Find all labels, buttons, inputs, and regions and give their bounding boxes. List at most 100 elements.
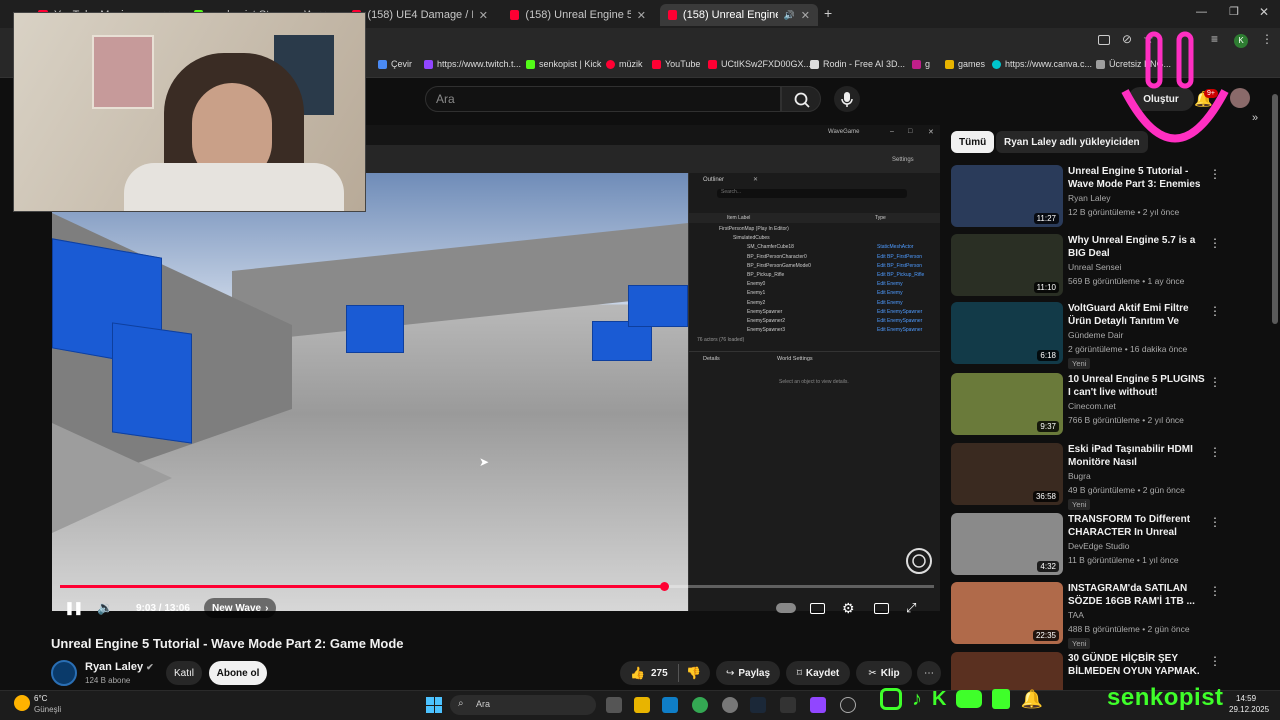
subscribe-button[interactable]: Abone ol — [209, 661, 267, 685]
video-thumbnail[interactable]: 36:58 — [951, 443, 1063, 505]
bookmark-item[interactable]: g — [912, 59, 930, 69]
tab-ue4-damage[interactable]: (158) UE4 Damage / Health Tut✕ — [344, 4, 496, 26]
tab-ue5-tutorial-active[interactable]: (158) Unreal Engine 5 Tutori🔊✕ — [660, 4, 818, 26]
tab-ue5-tutorial-1[interactable]: (158) Unreal Engine 5 Tutorial✕ — [502, 4, 654, 26]
chip-all[interactable]: Tümü — [951, 131, 995, 153]
recommended-channel[interactable]: TAA — [1068, 610, 1084, 620]
recommended-title[interactable]: Unreal Engine 5 Tutorial - Wave Mode Par… — [1068, 165, 1206, 191]
clip-button[interactable]: ✂ Klip — [856, 661, 912, 685]
save-button[interactable]: ⌑ Kaydet — [786, 661, 850, 685]
recommended-title[interactable]: 30 GÜNDE HİÇBİR ŞEY BİLMEDEN OYUN YAPMAK… — [1068, 652, 1206, 678]
unreal-engine-taskbar-icon[interactable] — [840, 697, 856, 713]
bookmark-item[interactable]: Rodin - Free AI 3D... — [810, 59, 905, 69]
recommended-channel[interactable]: Bugra — [1068, 471, 1091, 481]
epic-games-icon[interactable] — [780, 697, 796, 713]
bookmark-item[interactable]: https://www.canva.c... — [992, 59, 1092, 69]
bookmark-item[interactable]: games — [945, 59, 985, 69]
more-options-icon[interactable]: ⋮ — [1209, 654, 1221, 668]
cast-icon[interactable] — [1098, 35, 1110, 45]
subtitles-button[interactable] — [810, 598, 825, 618]
more-actions-button[interactable]: ⋯ — [917, 661, 941, 685]
bookmark-item[interactable]: YouTube — [652, 59, 700, 69]
store-icon[interactable] — [662, 697, 678, 713]
app-icon[interactable] — [722, 697, 738, 713]
share-button[interactable]: ↪ Paylaş — [716, 661, 780, 685]
more-options-icon[interactable]: ⋮ — [1209, 515, 1221, 529]
close-icon[interactable]: ✕ — [637, 9, 646, 22]
more-options-icon[interactable]: ⋮ — [1209, 445, 1221, 459]
more-options-icon[interactable]: ⋮ — [1209, 584, 1221, 598]
recommended-video[interactable]: 22:35 INSTAGRAM'da SATILAN SÖZDE 16GB RAM… — [951, 582, 1251, 649]
bookmark-item[interactable]: senkopist | Kick — [526, 59, 601, 69]
task-view-icon[interactable] — [606, 697, 622, 713]
recommended-title[interactable]: TRANSFORM To Different CHARACTER In Unre… — [1068, 513, 1206, 540]
scrollbar[interactable] — [1272, 94, 1278, 324]
recommended-title[interactable]: 10 Unreal Engine 5 PLUGINS I can't live … — [1068, 373, 1206, 399]
recommended-channel[interactable]: Unreal Sensei — [1068, 262, 1121, 272]
close-icon[interactable]: ✕ — [801, 9, 810, 22]
speaker-icon[interactable]: 🔊 — [784, 10, 795, 21]
recommended-title[interactable]: Why Unreal Engine 5.7 is a BIG Deal — [1068, 234, 1206, 260]
recommended-video[interactable]: 4:32 TRANSFORM To Different CHARACTER In … — [951, 513, 1251, 577]
taskbar-search[interactable]: Ara — [450, 695, 596, 715]
bookmark-item[interactable]: https://www.twitch.t... — [424, 59, 521, 69]
steam-icon[interactable] — [750, 697, 766, 713]
recommended-video[interactable]: 11:27 Unreal Engine 5 Tutorial - Wave Mod… — [951, 165, 1251, 229]
search-input[interactable]: Ara — [425, 86, 781, 112]
voice-search-button[interactable] — [834, 86, 860, 112]
recommended-video[interactable]: 9:37 10 Unreal Engine 5 PLUGINS I can't l… — [951, 373, 1251, 437]
file-explorer-icon[interactable] — [634, 697, 650, 713]
channel-name[interactable]: Ryan Laley ✔ — [85, 661, 154, 673]
join-button[interactable]: Katıl — [166, 661, 202, 685]
bookmark-item[interactable]: müzik — [606, 59, 643, 69]
recommended-video[interactable]: 36:58 Eski iPad Taşınabilir HDMI Monitöre… — [951, 443, 1251, 510]
dislike-icon[interactable]: 👎 — [686, 666, 701, 680]
recommended-title[interactable]: INSTAGRAM'da SATILAN SÖZDE 16GB RAM'İ 1T… — [1068, 582, 1206, 608]
video-thumbnail[interactable]: 4:32 — [951, 513, 1063, 575]
bookmark-item[interactable]: UCtIKSw2FXD00GX... — [708, 59, 811, 69]
close-icon[interactable]: ✕ — [479, 9, 488, 22]
like-icon[interactable]: 👍 — [630, 666, 645, 680]
close-window-icon[interactable]: ✕ — [1259, 5, 1269, 19]
recommended-video[interactable]: 6:18 VoltGuard Aktif Emi Filtre Ürün Deta… — [951, 302, 1251, 369]
miniplayer-button[interactable] — [874, 598, 889, 618]
video-thumbnail[interactable]: 6:18 — [951, 302, 1063, 364]
recommended-video[interactable]: 11:10 Why Unreal Engine 5.7 is a BIG Deal… — [951, 234, 1251, 298]
recommended-channel[interactable]: Ryan Laley — [1068, 193, 1111, 203]
volume-button[interactable]: 🔉 — [97, 598, 113, 618]
new-tab-button[interactable]: + — [824, 5, 832, 21]
more-options-icon[interactable]: ⋮ — [1209, 167, 1221, 181]
more-options-icon[interactable]: ⋮ — [1209, 236, 1221, 250]
more-options-icon[interactable]: ⋮ — [1209, 304, 1221, 318]
bookmark-item[interactable]: Çevir — [378, 59, 412, 69]
pause-button[interactable]: ❚❚ — [64, 598, 84, 618]
channel-avatar[interactable] — [51, 660, 77, 686]
profile-avatar[interactable]: K — [1234, 34, 1248, 48]
maximize-icon[interactable]: ❐ — [1229, 5, 1239, 18]
chrome-icon[interactable] — [692, 697, 708, 713]
menu-kebab-icon[interactable]: ⋮ — [1261, 32, 1273, 46]
recommended-title[interactable]: VoltGuard Aktif Emi Filtre Ürün Detaylı … — [1068, 302, 1206, 329]
more-bookmarks-icon[interactable]: » — [1252, 112, 1258, 124]
video-thumbnail[interactable]: 22:35 — [951, 582, 1063, 644]
chip-uploader[interactable]: Ryan Laley adlı yükleyiciden — [996, 131, 1148, 153]
more-options-icon[interactable]: ⋮ — [1209, 375, 1221, 389]
settings-button[interactable]: ⚙ — [842, 598, 855, 618]
recommended-title[interactable]: Eski iPad Taşınabilir HDMI Monitöre Nası… — [1068, 443, 1206, 470]
video-thumbnail[interactable]: 9:37 — [951, 373, 1063, 435]
twitch-icon[interactable] — [810, 697, 826, 713]
progress-scrubber[interactable] — [659, 582, 669, 591]
more-horizontal-icon: ⋯ — [924, 667, 934, 679]
recommended-channel[interactable]: Gündeme Dair — [1068, 330, 1123, 340]
video-thumbnail[interactable]: 11:10 — [951, 234, 1063, 296]
search-button[interactable] — [781, 86, 821, 112]
windows-start-icon[interactable] — [426, 697, 442, 713]
k-icon — [912, 59, 921, 69]
fullscreen-button[interactable]: ⤢ — [906, 598, 916, 618]
recommended-channel[interactable]: DevEdge Studio — [1068, 541, 1129, 551]
video-thumbnail[interactable]: 11:27 — [951, 165, 1063, 227]
recommended-channel[interactable]: Cinecom.net — [1068, 401, 1116, 411]
minimize-icon[interactable]: — — [1196, 6, 1207, 18]
chapter-button[interactable]: New Wave › — [204, 598, 277, 618]
autoplay-toggle[interactable] — [776, 598, 796, 618]
